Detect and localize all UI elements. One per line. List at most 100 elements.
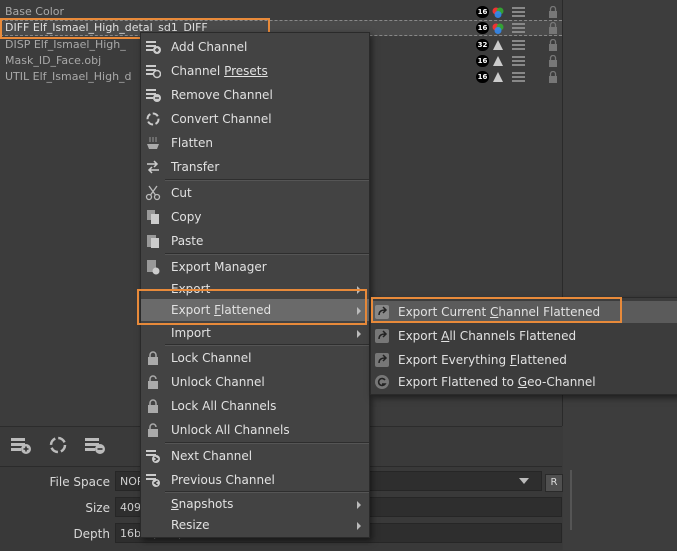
menu-label: Snapshots (171, 493, 233, 515)
lock-icon[interactable] (548, 6, 558, 18)
scrollbar[interactable] (570, 470, 572, 530)
menu-label: Convert Channel (171, 112, 272, 126)
label-part: eo-Channel (527, 375, 596, 389)
menu-channel-presets[interactable]: Channel Presets (141, 60, 369, 82)
submenu-export-everything[interactable]: Export Everything Flattened (371, 349, 677, 371)
r-button[interactable]: R (545, 474, 563, 492)
chevron-down-icon[interactable] (519, 478, 529, 484)
menu-separator (165, 344, 369, 346)
layers-icon (512, 7, 525, 17)
menu-label: Export Manager (171, 260, 267, 274)
channel-row[interactable]: Base Color 16 (0, 4, 562, 20)
menu-paste[interactable]: Paste (141, 230, 369, 252)
menu-import[interactable]: Import (141, 322, 369, 344)
convert-icon (146, 112, 160, 126)
scissors-icon (145, 185, 161, 201)
mask-icon (493, 56, 503, 66)
mnemonic: G (517, 375, 528, 389)
bit-depth-badge: 16 (476, 22, 489, 34)
menu-resize[interactable]: Resize (141, 514, 369, 536)
menu-copy[interactable]: Copy (141, 206, 369, 228)
menu-transfer[interactable]: Transfer (141, 156, 369, 178)
menu-label: Import (171, 326, 211, 340)
menu-label: Remove Channel (171, 88, 273, 102)
presets-icon (146, 65, 161, 79)
menu-convert-channel[interactable]: Convert Channel (141, 108, 369, 130)
paste-icon (147, 235, 159, 248)
lock-icon[interactable] (548, 39, 558, 51)
menu-label: Paste (171, 234, 204, 248)
menu-lock-channel[interactable]: Lock Channel (141, 347, 369, 369)
menu-export-manager[interactable]: Export Manager (141, 256, 369, 278)
lock-icon[interactable] (548, 55, 558, 67)
lock-icon (148, 399, 158, 413)
menu-label: Flatten (171, 136, 213, 150)
add-channel-icon[interactable] (10, 435, 32, 455)
lock-icon[interactable] (548, 22, 558, 34)
size-value: 409 (120, 501, 141, 514)
remove-channel-icon[interactable] (84, 435, 106, 455)
menu-export[interactable]: Export (141, 278, 369, 300)
bit-depth-badge: 16 (476, 6, 489, 18)
export-everything-icon (375, 353, 389, 367)
channel-name: Base Color (5, 5, 65, 18)
menu-label: Next Channel (171, 449, 253, 463)
mnemonic: F (214, 303, 222, 317)
export-flattened-submenu: Export Current Channel Flattened Export … (370, 297, 677, 395)
label-part: lattened (516, 353, 567, 367)
menu-label: Add Channel (171, 40, 248, 54)
menu-unlock-channel[interactable]: Unlock Channel (141, 371, 369, 393)
submenu-export-all[interactable]: Export All Channels Flattened (371, 325, 677, 347)
menu-snapshots[interactable]: Snapshots (141, 493, 369, 515)
menu-label: Transfer (171, 160, 220, 174)
copy-icon (147, 210, 159, 224)
menu-add-channel[interactable]: Add Channel (141, 36, 369, 58)
layers-icon (512, 56, 525, 66)
label-part: lattened (221, 303, 272, 317)
menu-previous-channel[interactable]: Previous Channel (141, 469, 369, 491)
menu-lock-all[interactable]: Lock All Channels (141, 395, 369, 417)
convert-channel-icon[interactable] (47, 435, 69, 455)
label-part: napshots (178, 497, 234, 511)
menu-label: Export (171, 282, 211, 296)
channel-name: DISP Elf_Ismael_High_ (5, 38, 126, 51)
add-channel-icon (146, 41, 161, 54)
export-manager-icon (147, 260, 160, 275)
menu-label: Resize (171, 518, 210, 532)
lock-icon[interactable] (548, 71, 558, 83)
menu-separator (165, 442, 369, 444)
label-part: ll Channels Flattened (449, 329, 577, 343)
menu-label: Channel Presets (171, 64, 268, 78)
previous-channel-icon (146, 474, 160, 487)
flatten-icon (147, 137, 159, 149)
submenu-label: Export Current Channel Flattened (398, 301, 600, 323)
channel-name: Mask_ID_Face.obj (5, 54, 102, 67)
label-part: Export (171, 303, 215, 317)
layers-icon (512, 72, 525, 82)
rgb-icon (492, 7, 504, 18)
menu-label: Copy (171, 210, 202, 224)
label-part: Export Current (398, 305, 490, 319)
bit-depth-badge: 16 (476, 55, 489, 67)
submenu-export-geo-channel[interactable]: Export Flattened to Geo-Channel (371, 371, 677, 393)
file-space-label: File Space (49, 475, 110, 489)
layers-icon (512, 40, 525, 50)
menu-export-flattened[interactable]: Export Flattened (141, 299, 369, 321)
submenu-export-current[interactable]: Export Current Channel Flattened (371, 301, 677, 323)
menu-label: Lock Channel (171, 351, 252, 365)
menu-flatten[interactable]: Flatten (141, 132, 369, 154)
mnemonic: Presets (224, 64, 268, 78)
unlock-icon (148, 423, 158, 437)
bit-depth-badge: 32 (476, 39, 489, 51)
menu-unlock-all[interactable]: Unlock All Channels (141, 419, 369, 441)
label-part: hannel Flattened (498, 305, 601, 319)
menu-remove-channel[interactable]: Remove Channel (141, 84, 369, 106)
menu-cut[interactable]: Cut (141, 182, 369, 204)
channel-name: UTIL Elf_Ismael_High_d (5, 70, 132, 83)
menu-next-channel[interactable]: Next Channel (141, 445, 369, 467)
bit-depth-badge: 16 (476, 71, 489, 83)
geo-channel-icon (375, 375, 389, 389)
menu-label: Export Flattened (171, 299, 271, 321)
next-channel-icon (146, 450, 160, 463)
layers-icon (512, 23, 525, 33)
